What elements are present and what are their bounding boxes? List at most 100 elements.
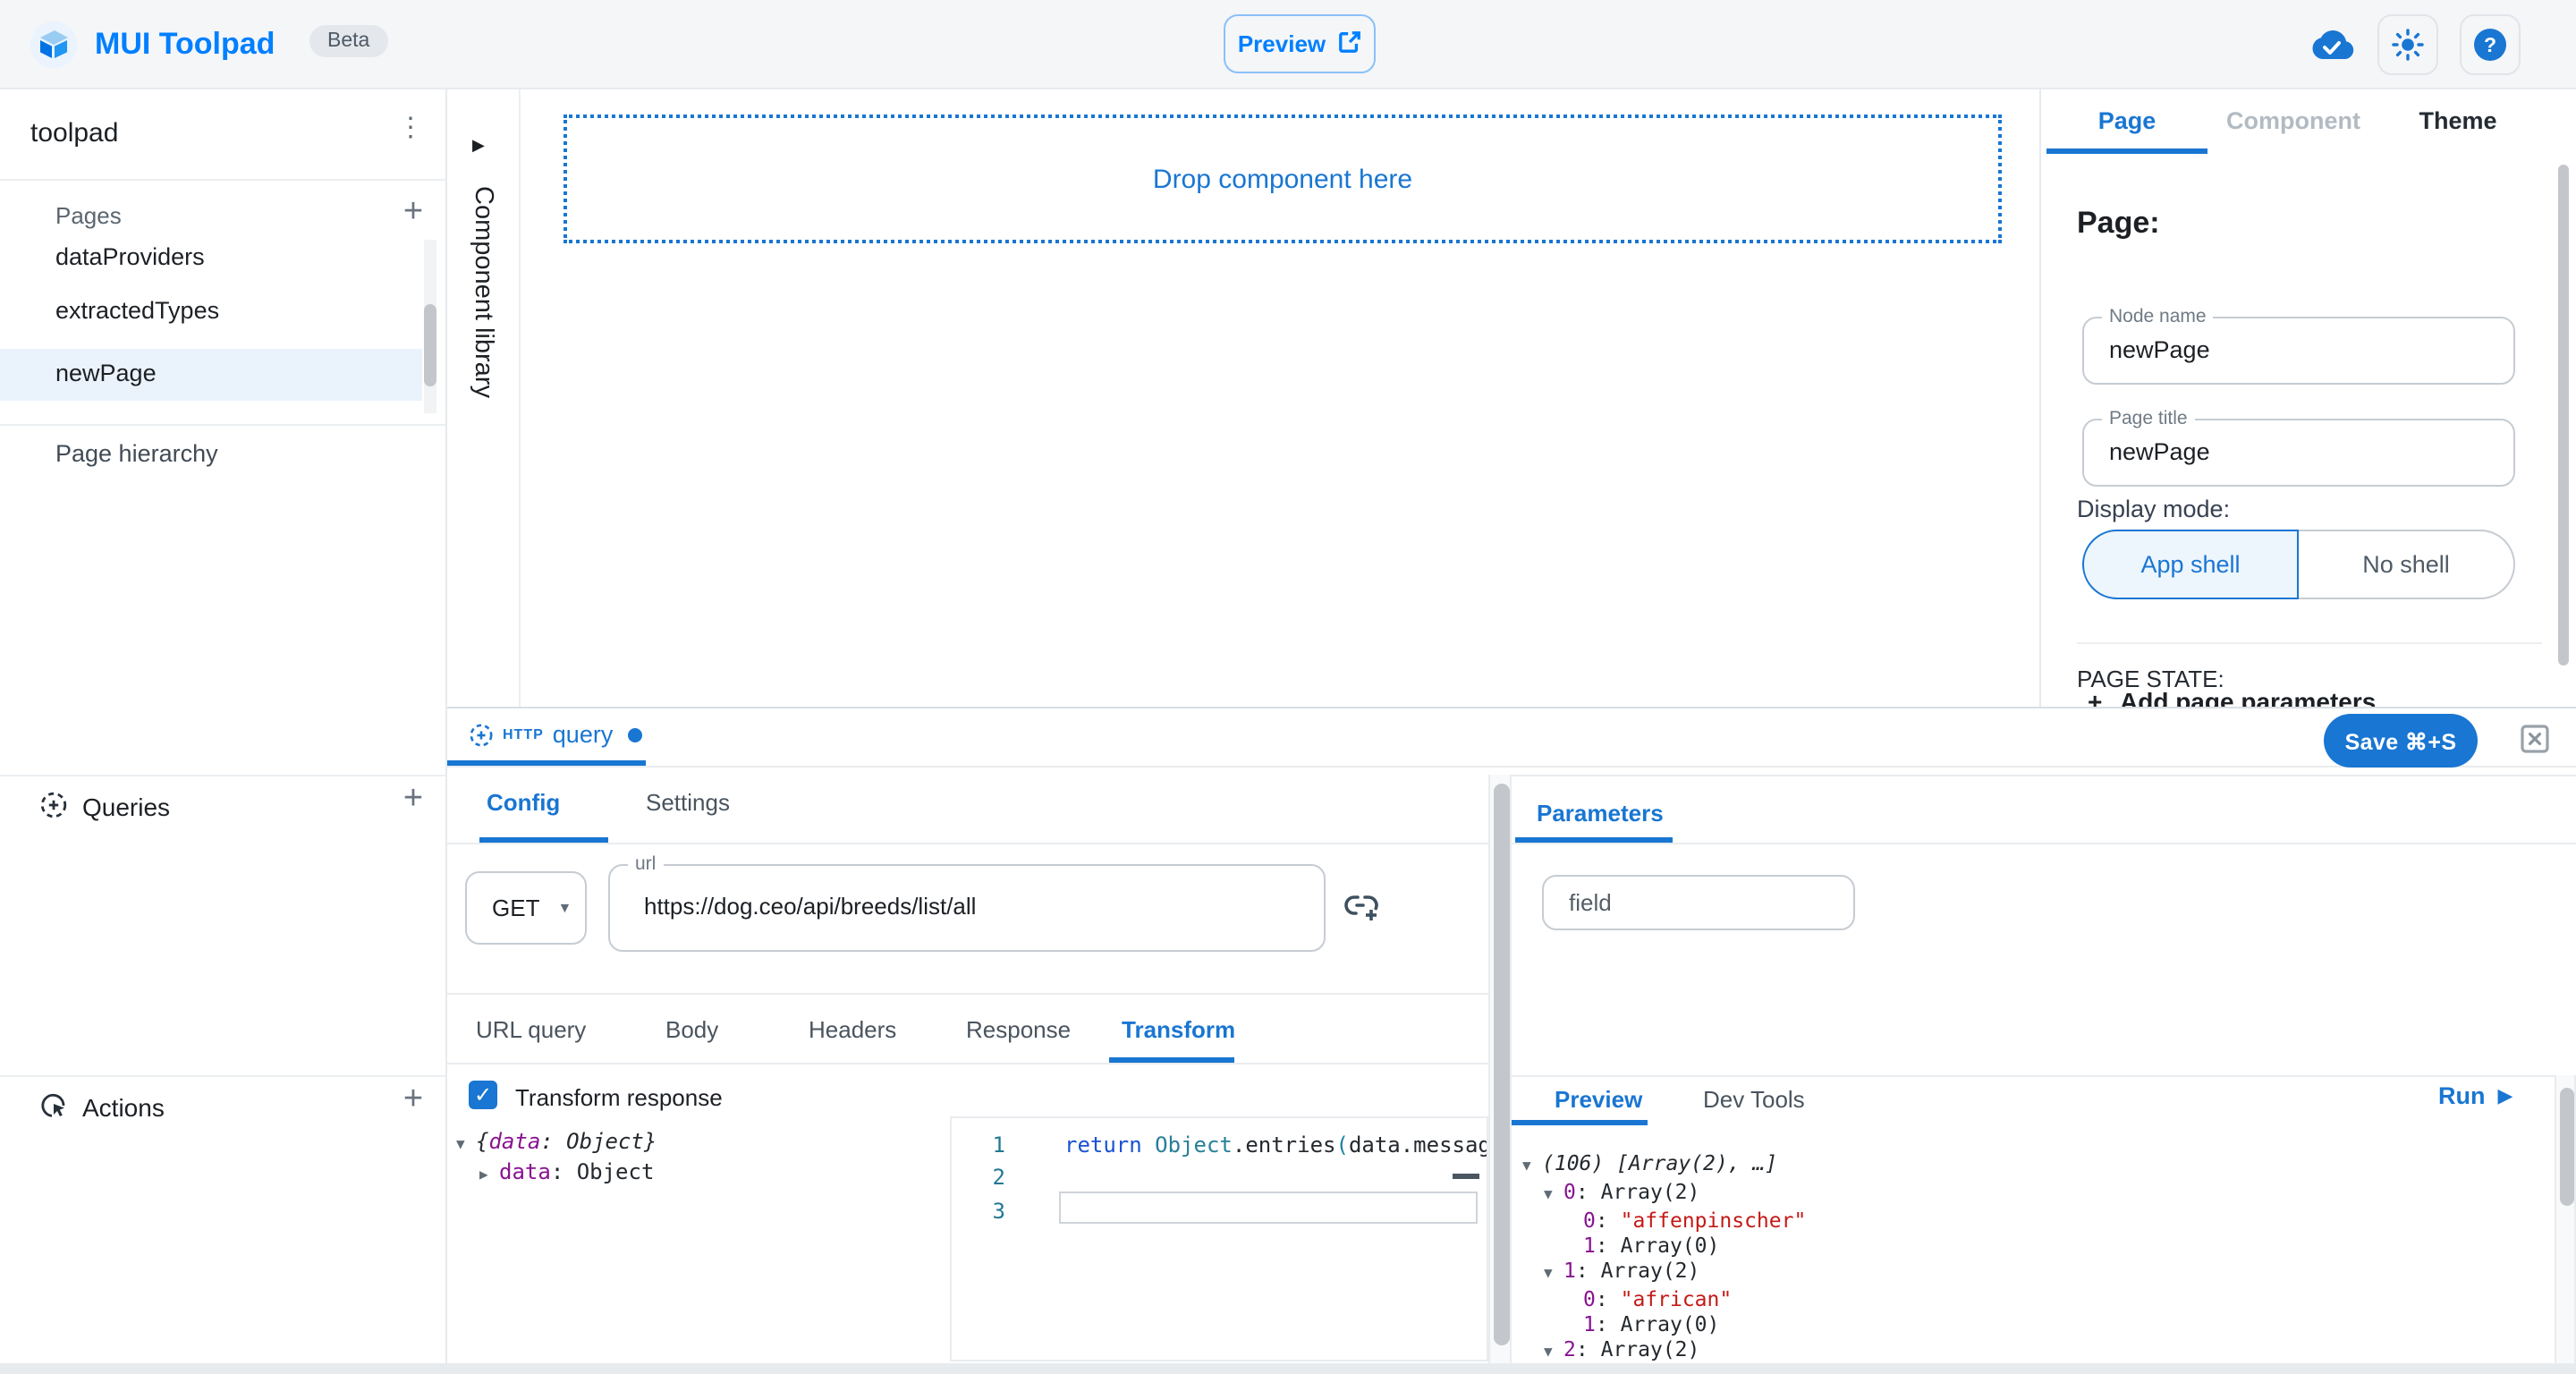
sidebar-item-extractedtypes[interactable]: extractedTypes bbox=[55, 297, 219, 324]
save-button[interactable]: Save ⌘+S bbox=[2324, 714, 2478, 768]
divider bbox=[0, 424, 447, 426]
tab-preview[interactable]: Preview bbox=[1555, 1086, 1642, 1113]
tab-parameters[interactable]: Parameters bbox=[1537, 800, 1664, 827]
tab-settings[interactable]: Settings bbox=[646, 789, 730, 816]
open-in-new-icon bbox=[1338, 30, 1361, 58]
explorer-sidebar: toolpad ⋮ Pages + dataProviders extracte… bbox=[0, 89, 447, 1374]
inspector-scrollbar-thumb[interactable] bbox=[2558, 165, 2569, 666]
query-tab[interactable]: HTTP query bbox=[469, 721, 641, 748]
caret-icon[interactable]: ▼ bbox=[1544, 1340, 1563, 1363]
tab-body[interactable]: Body bbox=[665, 1016, 718, 1043]
window-bottom-edge bbox=[0, 1363, 2576, 1374]
help-button[interactable]: ? bbox=[2460, 14, 2521, 75]
json-row: 0: "affenpinscher" bbox=[1512, 1208, 2549, 1233]
page-hierarchy-label[interactable]: Page hierarchy bbox=[55, 440, 218, 467]
close-panel-button[interactable] bbox=[2519, 723, 2551, 755]
method-select[interactable]: GET ▼ bbox=[465, 871, 587, 945]
tab-headers[interactable]: Headers bbox=[809, 1016, 896, 1043]
node-name-field[interactable]: Node name newPage bbox=[2082, 317, 2515, 385]
pages-scrollbar-thumb[interactable] bbox=[424, 304, 436, 386]
page-title-value: newPage bbox=[2109, 438, 2210, 465]
code-line-1: return Object.entries(data.messag bbox=[1064, 1129, 1488, 1161]
add-page-button[interactable]: + bbox=[394, 195, 433, 234]
scope-tree-root[interactable]: ▼{data: Object} bbox=[456, 1127, 657, 1159]
json-row: ▼(106) [Array(2), …] bbox=[1512, 1150, 2549, 1179]
app-header: MUI Toolpad Beta Preview bbox=[0, 0, 2576, 89]
queries-section-label: Queries bbox=[82, 793, 170, 821]
theme-toggle-button[interactable] bbox=[2377, 14, 2438, 75]
inspector-panel: Page Component Theme Page: Node name new… bbox=[2039, 89, 2576, 707]
tab-page[interactable]: Page bbox=[2046, 107, 2207, 134]
tab-component[interactable]: Component bbox=[2207, 107, 2379, 134]
node-name-label: Node name bbox=[2102, 306, 2214, 327]
pages-scrollbar-track[interactable] bbox=[424, 240, 436, 413]
results-scrollbar-thumb[interactable] bbox=[2560, 1088, 2574, 1206]
expand-library-icon[interactable]: ▶ bbox=[472, 136, 485, 156]
canvas-dropzone[interactable]: Drop component here bbox=[564, 114, 2002, 243]
preview-button[interactable]: Preview bbox=[1224, 14, 1376, 73]
scope-tree-child[interactable]: ▶data: Object bbox=[479, 1158, 654, 1190]
display-mode-app-shell[interactable]: App shell bbox=[2082, 530, 2299, 599]
scope-root-rest: : Object} bbox=[540, 1129, 657, 1154]
code-paren: ( bbox=[1335, 1132, 1348, 1158]
json-row: ▼1: Array(2) bbox=[1512, 1258, 2549, 1286]
caret-down-icon[interactable]: ▼ bbox=[456, 1131, 476, 1159]
tab-theme[interactable]: Theme bbox=[2379, 107, 2537, 134]
line-number: 3 bbox=[970, 1195, 1005, 1227]
add-binding-link-icon[interactable] bbox=[1343, 889, 1381, 923]
app-title: MUI Toolpad bbox=[95, 27, 275, 63]
run-button[interactable]: Run ▶ bbox=[2438, 1082, 2512, 1109]
query-panel-scrollbar-thumb[interactable] bbox=[1494, 784, 1510, 1345]
scope-child-rest: : Object bbox=[551, 1159, 655, 1184]
page-heading: Page: bbox=[2077, 206, 2160, 242]
line-number: 2 bbox=[970, 1161, 1005, 1193]
add-action-button[interactable]: + bbox=[394, 1082, 433, 1122]
query-panel-scrollbar-track[interactable] bbox=[1488, 775, 1512, 1363]
json-row: ▼2: Array(2) bbox=[1512, 1336, 2549, 1363]
tab-url-query[interactable]: URL query bbox=[476, 1016, 586, 1043]
scope-root-key: data bbox=[488, 1129, 540, 1154]
queries-icon bbox=[39, 791, 68, 828]
help-icon: ? bbox=[2472, 27, 2508, 63]
sidebar-item-dataproviders[interactable]: dataProviders bbox=[55, 243, 205, 270]
tab-transform[interactable]: Transform bbox=[1122, 1016, 1235, 1043]
project-menu-kebab-icon[interactable]: ⋮ bbox=[397, 111, 426, 143]
caret-right-icon[interactable]: ▶ bbox=[479, 1161, 499, 1190]
parameter-field-input[interactable]: field bbox=[1542, 875, 1855, 930]
add-parameters-icon[interactable]: + bbox=[2088, 687, 2102, 707]
caret-icon[interactable]: ▼ bbox=[1522, 1154, 1542, 1179]
sidebar-item-newpage[interactable]: newPage bbox=[55, 360, 157, 386]
sun-icon bbox=[2392, 29, 2424, 61]
component-library-strip[interactable]: ▶ Component library bbox=[447, 89, 521, 707]
add-page-parameters-button[interactable]: Add page parameters bbox=[2120, 687, 2376, 707]
display-mode-no-shell[interactable]: No shell bbox=[2299, 530, 2515, 599]
scope-child-key: data bbox=[499, 1159, 551, 1184]
url-input[interactable]: url https://dog.ceo/api/breeds/list/all bbox=[608, 864, 1326, 952]
transform-response-checkbox[interactable]: ✓ bbox=[469, 1081, 497, 1109]
add-query-button[interactable]: + bbox=[394, 782, 433, 821]
transform-code-editor[interactable]: 1 2 3 return Object.entries(data.messag bbox=[950, 1116, 1488, 1361]
pages-section-label: Pages bbox=[55, 202, 122, 229]
divider bbox=[1512, 775, 2576, 776]
url-input-value: https://dog.ceo/api/breeds/list/all bbox=[644, 893, 976, 920]
active-tab-underline bbox=[2046, 148, 2207, 154]
json-row: 0: "african" bbox=[1512, 1286, 2549, 1311]
actions-icon bbox=[39, 1091, 68, 1129]
results-scrollbar-track[interactable] bbox=[2555, 1075, 2576, 1363]
current-line-highlight bbox=[1059, 1192, 1478, 1224]
divider bbox=[0, 179, 447, 181]
code-keyword: return bbox=[1064, 1132, 1155, 1158]
preview-json-tree[interactable]: ▼(106) [Array(2), …] ▼0: Array(2) 0: "af… bbox=[1512, 1150, 2549, 1363]
code-overflow-dash bbox=[1453, 1174, 1479, 1179]
caret-icon[interactable]: ▼ bbox=[1544, 1183, 1563, 1208]
code-object: Object bbox=[1155, 1132, 1233, 1158]
code-method: .entries bbox=[1233, 1132, 1336, 1158]
tab-response[interactable]: Response bbox=[966, 1016, 1071, 1043]
tab-config[interactable]: Config bbox=[487, 789, 560, 816]
caret-icon[interactable]: ▼ bbox=[1544, 1261, 1563, 1286]
tab-devtools[interactable]: Dev Tools bbox=[1703, 1086, 1805, 1113]
page-title-field[interactable]: Page title newPage bbox=[2082, 419, 2515, 487]
json-row: ▼0: Array(2) bbox=[1512, 1179, 2549, 1208]
beta-badge: Beta bbox=[309, 25, 387, 57]
transform-response-label: Transform response bbox=[515, 1084, 723, 1111]
